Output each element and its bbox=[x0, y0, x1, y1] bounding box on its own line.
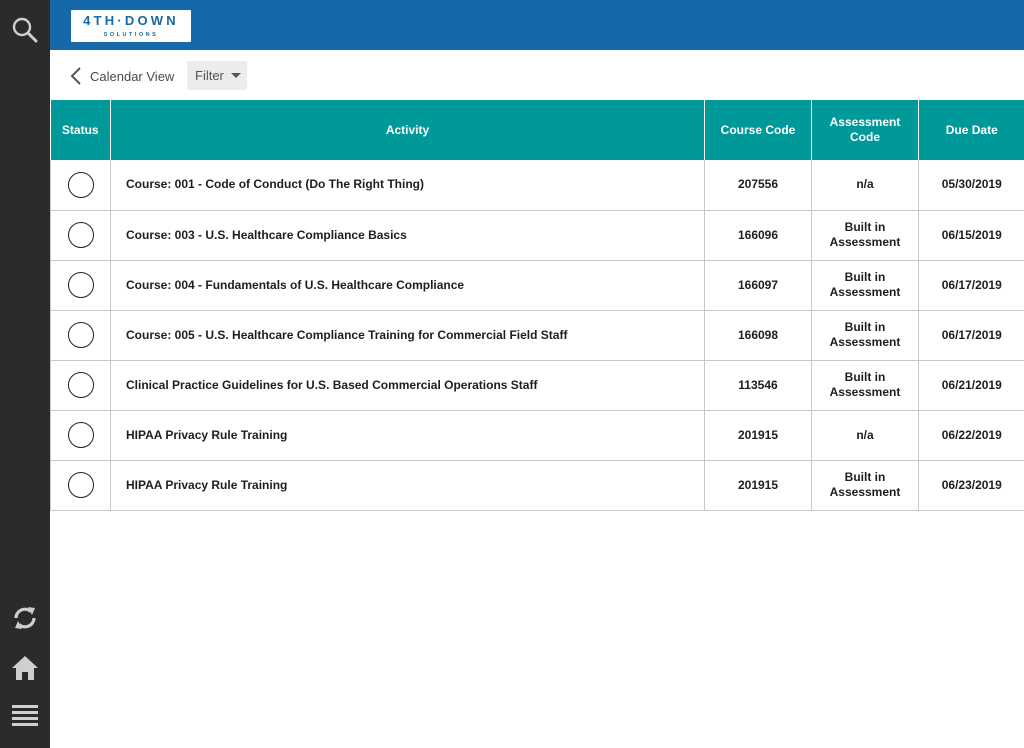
left-rail bbox=[0, 0, 50, 748]
activity-cell[interactable]: Course: 003 - U.S. Healthcare Compliance… bbox=[110, 210, 705, 261]
assessment-code-cell: Built in Assessment bbox=[811, 310, 919, 361]
column-header-status[interactable]: Status bbox=[50, 100, 111, 160]
status-circle-icon[interactable] bbox=[67, 272, 94, 298]
table-row[interactable]: HIPAA Privacy Rule Training 201915 Built… bbox=[50, 460, 1024, 511]
table-row[interactable]: HIPAA Privacy Rule Training 201915 n/a 0… bbox=[50, 410, 1024, 461]
logo-main-text: 4TH·DOWN bbox=[83, 13, 179, 28]
course-code-cell: 166096 bbox=[704, 210, 812, 261]
chevron-left-icon bbox=[70, 67, 81, 85]
app-window: 4TH·DOWN SOLUTIONS Calendar View Filter … bbox=[0, 0, 1024, 748]
course-code-cell: 201915 bbox=[704, 460, 812, 511]
status-cell bbox=[50, 410, 111, 461]
activity-cell[interactable]: Course: 004 - Fundamentals of U.S. Healt… bbox=[110, 260, 705, 311]
table-header-row: Status Activity Course Code Assessment C… bbox=[50, 100, 1024, 160]
due-date-cell: 06/21/2019 bbox=[918, 360, 1024, 411]
assessment-code-cell: n/a bbox=[811, 160, 919, 211]
status-circle-icon[interactable] bbox=[67, 372, 94, 398]
course-code-cell: 166097 bbox=[704, 260, 812, 311]
status-circle-icon[interactable] bbox=[67, 472, 94, 498]
column-header-due-date[interactable]: Due Date bbox=[918, 100, 1024, 160]
due-date-cell: 06/22/2019 bbox=[918, 410, 1024, 461]
assessment-code-cell: Built in Assessment bbox=[811, 260, 919, 311]
logo: 4TH·DOWN SOLUTIONS bbox=[71, 10, 191, 42]
activity-cell[interactable]: HIPAA Privacy Rule Training bbox=[110, 460, 705, 511]
filter-label: Filter bbox=[195, 68, 224, 83]
logo-sub-text: SOLUTIONS bbox=[103, 32, 159, 38]
column-header-course-code[interactable]: Course Code bbox=[704, 100, 812, 160]
table-row[interactable]: Course: 005 - U.S. Healthcare Compliance… bbox=[50, 310, 1024, 361]
app-header: 4TH·DOWN SOLUTIONS bbox=[50, 0, 1024, 50]
assessment-code-cell: n/a bbox=[811, 410, 919, 461]
status-cell bbox=[50, 160, 111, 211]
activity-cell[interactable]: Clinical Practice Guidelines for U.S. Ba… bbox=[110, 360, 705, 411]
course-code-cell: 201915 bbox=[704, 410, 812, 461]
activity-cell[interactable]: Course: 005 - U.S. Healthcare Compliance… bbox=[110, 310, 705, 361]
column-header-assessment-code[interactable]: Assessment Code bbox=[811, 100, 919, 160]
back-label: Calendar View bbox=[90, 68, 175, 84]
table-row[interactable]: Course: 003 - U.S. Healthcare Compliance… bbox=[50, 210, 1024, 261]
due-date-cell: 06/17/2019 bbox=[918, 260, 1024, 311]
due-date-cell: 06/17/2019 bbox=[918, 310, 1024, 361]
status-circle-icon[interactable] bbox=[67, 322, 94, 348]
status-cell bbox=[50, 260, 111, 311]
column-header-activity[interactable]: Activity bbox=[110, 100, 705, 160]
due-date-cell: 06/15/2019 bbox=[918, 210, 1024, 261]
course-code-cell: 113546 bbox=[704, 360, 812, 411]
back-button[interactable]: Calendar View bbox=[70, 63, 174, 89]
assessment-code-cell: Built in Assessment bbox=[811, 210, 919, 261]
activity-table: Status Activity Course Code Assessment C… bbox=[50, 100, 1024, 511]
due-date-cell: 05/30/2019 bbox=[918, 160, 1024, 211]
home-icon[interactable] bbox=[0, 646, 50, 690]
menu-icon[interactable] bbox=[0, 694, 50, 738]
refresh-icon[interactable] bbox=[0, 596, 50, 640]
search-icon[interactable] bbox=[0, 8, 50, 52]
table-row[interactable]: Course: 001 - Code of Conduct (Do The Ri… bbox=[50, 160, 1024, 211]
status-circle-icon[interactable] bbox=[67, 222, 94, 248]
status-cell bbox=[50, 310, 111, 361]
table-row[interactable]: Clinical Practice Guidelines for U.S. Ba… bbox=[50, 360, 1024, 411]
status-circle-icon[interactable] bbox=[67, 422, 94, 448]
assessment-code-cell: Built in Assessment bbox=[811, 360, 919, 411]
due-date-cell: 06/23/2019 bbox=[918, 460, 1024, 511]
assessment-code-cell: Built in Assessment bbox=[811, 460, 919, 511]
course-code-cell: 207556 bbox=[704, 160, 812, 211]
filter-dropdown[interactable]: Filter bbox=[187, 61, 247, 90]
course-code-cell: 166098 bbox=[704, 310, 812, 361]
status-circle-icon[interactable] bbox=[67, 171, 94, 198]
status-cell bbox=[50, 460, 111, 511]
caret-down-icon bbox=[230, 73, 241, 78]
table-row[interactable]: Course: 004 - Fundamentals of U.S. Healt… bbox=[50, 260, 1024, 311]
activity-cell[interactable]: Course: 001 - Code of Conduct (Do The Ri… bbox=[110, 160, 705, 211]
activity-cell[interactable]: HIPAA Privacy Rule Training bbox=[110, 410, 705, 461]
status-cell bbox=[50, 360, 111, 411]
status-cell bbox=[50, 210, 111, 261]
toolbar: Calendar View Filter bbox=[50, 50, 1024, 100]
